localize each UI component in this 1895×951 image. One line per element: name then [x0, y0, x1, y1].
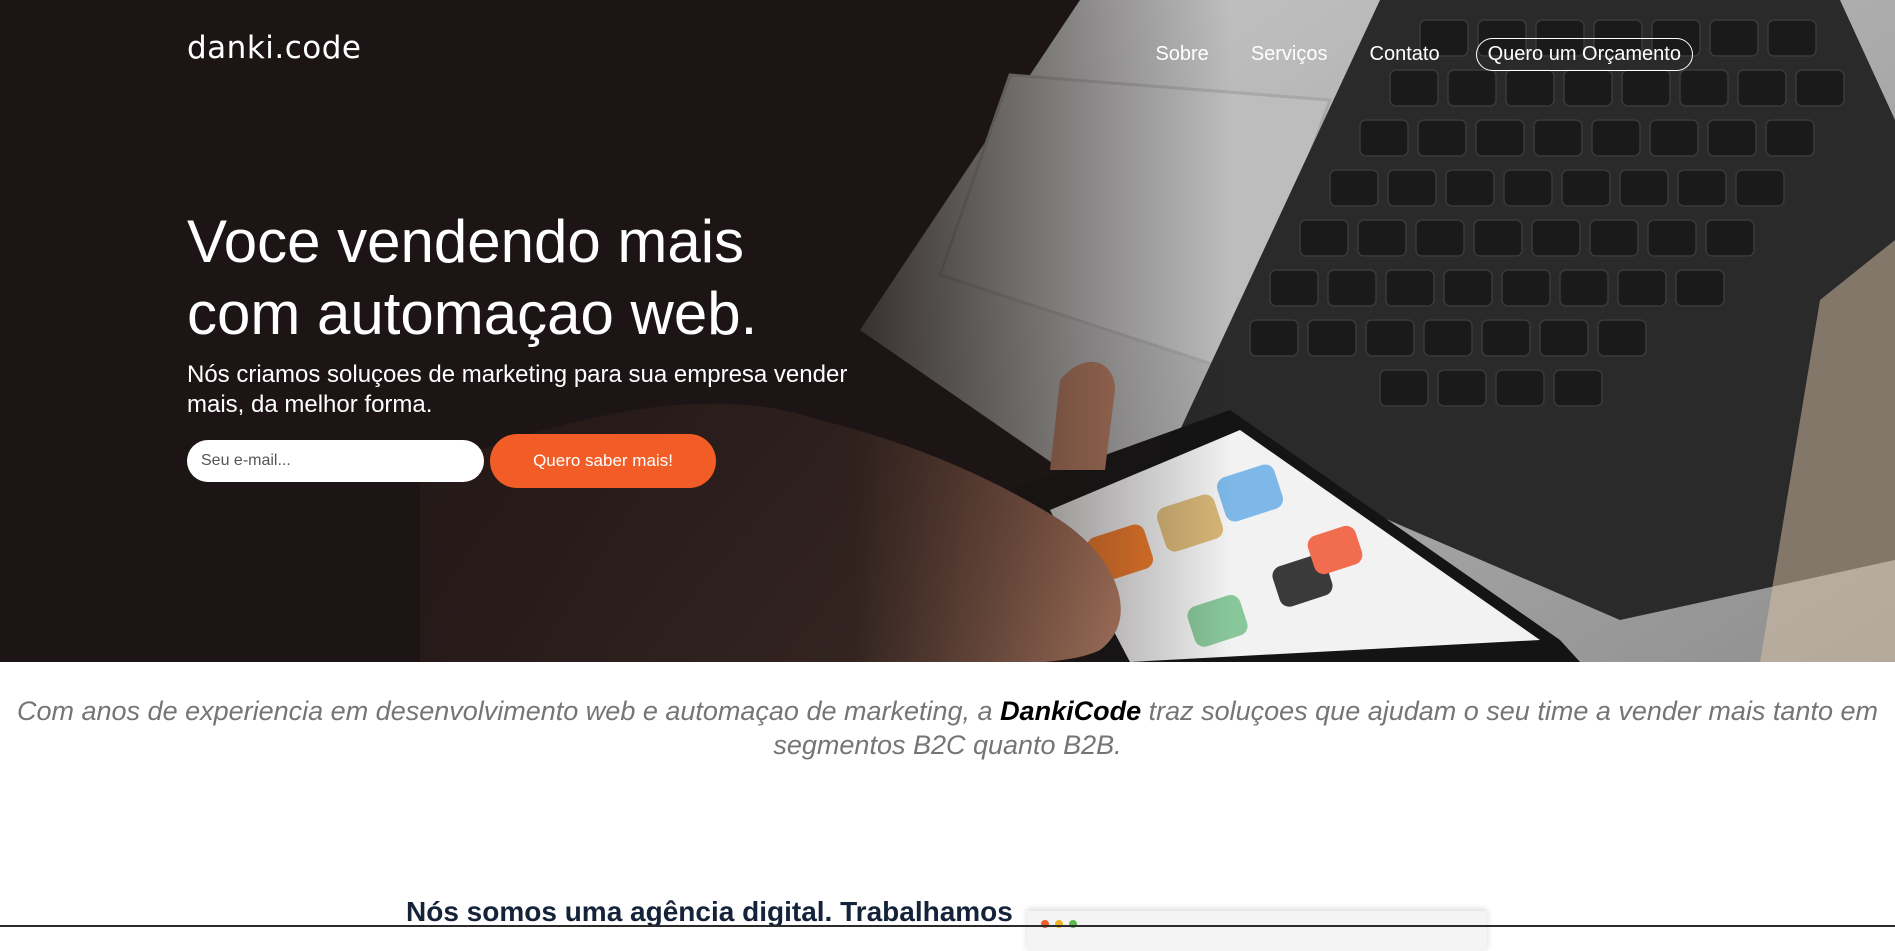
hero-subtitle: Nós criamos soluçoes de marketing para s…	[187, 361, 848, 418]
hero-section: danki.code Sobre Serviços Contato Quero …	[0, 0, 1895, 662]
nav-link-servicos[interactable]: Serviços	[1251, 43, 1328, 66]
quote-button[interactable]: Quero um Orçamento	[1475, 38, 1693, 71]
submit-button[interactable]: Quero saber mais!	[490, 434, 716, 488]
preview-card	[1027, 911, 1487, 951]
hero-title-line-1: Voce vendendo mais	[187, 208, 745, 275]
brand-name: DankiCode	[1000, 696, 1142, 726]
nav-link-sobre[interactable]: Sobre	[1155, 43, 1208, 66]
intro-text-before: Com anos de experiencia em desenvolvimen…	[17, 696, 1001, 726]
logo[interactable]: danki.code	[187, 30, 362, 66]
signup-form: Quero saber mais!	[187, 434, 716, 488]
hero-title-line-2: com automaçao web.	[187, 280, 758, 347]
email-input[interactable]	[187, 440, 484, 482]
main-nav: Sobre Serviços Contato Quero um Orçament…	[1155, 38, 1693, 71]
hero-title: Voce vendendo mais com automaçao web.	[187, 206, 947, 350]
nav-link-contato[interactable]: Contato	[1370, 43, 1440, 66]
agency-heading: Nós somos uma agência digital. Trabalham…	[406, 896, 1013, 927]
intro-text: Com anos de experiencia em desenvolvimen…	[0, 694, 1895, 762]
